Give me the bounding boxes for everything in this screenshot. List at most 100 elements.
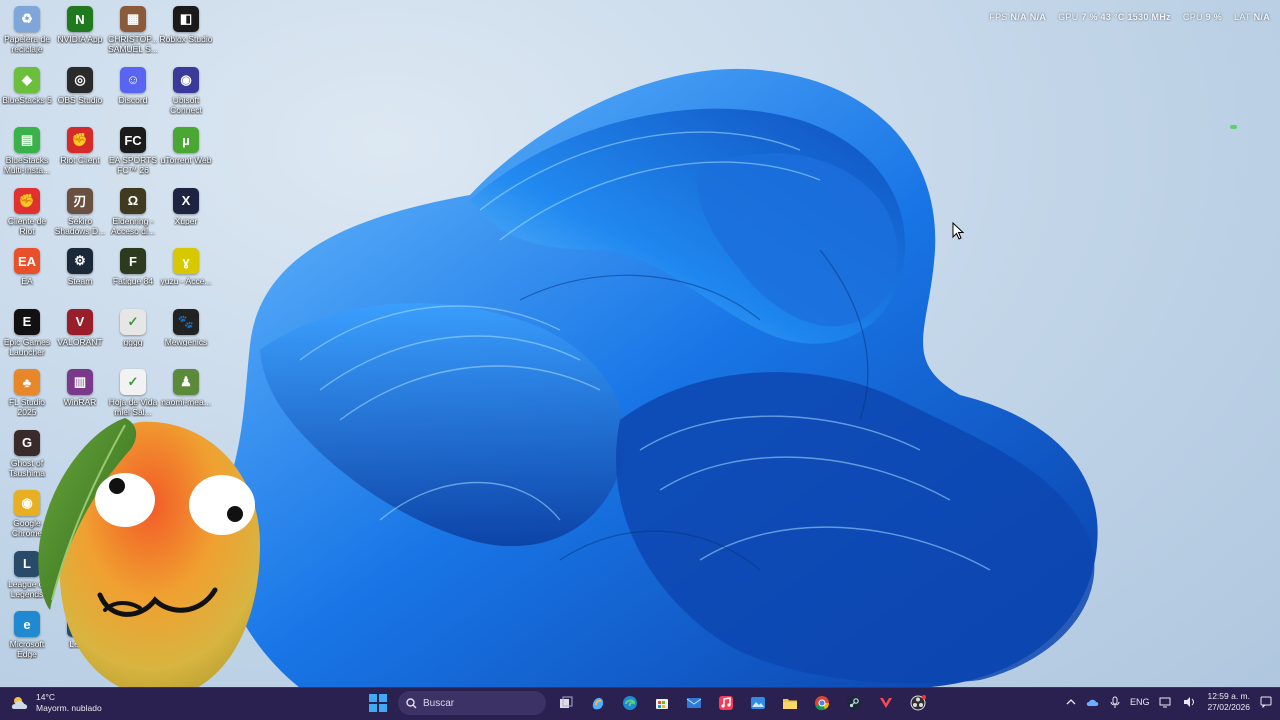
desktop-icon-utorrent[interactable]: µ uTorrent Web [159, 123, 213, 165]
desktop-icon-label: Steam [67, 276, 93, 286]
task-view-button[interactable] [554, 691, 578, 715]
nvidia-icon: N [67, 6, 93, 32]
desktop-icon-label: Roblox Studio [159, 34, 213, 44]
music-icon [719, 696, 733, 710]
chrome-icon [815, 696, 829, 711]
volume-icon[interactable] [1183, 696, 1197, 708]
desktop-icon-label: Papelera de reciclaje [4, 34, 50, 54]
desktop-icon-obs[interactable]: ◎ OBS Studio [53, 63, 107, 105]
desktop-icon-label: Epic Games Launcher [3, 336, 51, 357]
desktop-icon-naomi[interactable]: ♟ naomi-mea... [159, 365, 213, 407]
desktop-icon-discord[interactable]: ☺ Discord [106, 63, 160, 105]
store-taskbar-button[interactable] [650, 691, 674, 715]
desktop-icon-xuper[interactable]: X Xuper [159, 184, 213, 226]
desktop-icon-roblox[interactable]: ◧ Roblox Studio [159, 2, 213, 44]
desktop-icon-label: gggg [123, 336, 143, 347]
desktop-icon-eldenring[interactable]: Ω Eldenring - Acceso di... [106, 184, 160, 236]
winrar-icon: ▥ [67, 369, 93, 395]
desktop-icon-label: BlueStacks Multi-Insta... [3, 155, 51, 175]
folder-icon [783, 699, 797, 709]
copilot-button[interactable] [586, 691, 610, 715]
desktop-icon-label: NVIDIA App [57, 34, 103, 44]
desktop-icon-valorant[interactable]: V VALORANT [53, 305, 107, 347]
onedrive-icon[interactable] [1086, 696, 1100, 708]
xuper-icon: X [173, 187, 199, 214]
desktop-icon-label: Ubisoft Connect [170, 94, 202, 115]
valorant-icon: V [67, 308, 93, 335]
riot-icon: ✊ [67, 127, 93, 153]
steam-taskbar-button[interactable] [842, 691, 866, 715]
desktop-icon-sekiro[interactable]: 刃 Sekiro Shadows D... [53, 184, 107, 236]
valorant-taskbar-button[interactable] [874, 691, 898, 715]
desktop-icon-label: CHRISTOP... SAMUEL S... [108, 34, 158, 54]
desktop-icon-fatigue[interactable]: F Fatigue 84 [106, 244, 160, 286]
language-indicator[interactable]: ENG [1130, 697, 1150, 707]
task-view-icon [560, 696, 573, 708]
outlook-taskbar-button[interactable] [682, 691, 706, 715]
performance-overlay: FPS N/A N/A GPU 7 % 43 °C 1530 MHz CPU 9… [989, 12, 1270, 22]
weather-widget[interactable]: 14°C Mayorm. nublado [10, 692, 102, 714]
desktop-icon-label: OBS Studio [57, 94, 103, 105]
gpu-readout: GPU 7 % 43 °C 1530 MHz [1058, 12, 1171, 22]
desktop-icon-steam[interactable]: ⚙ Steam [53, 244, 107, 286]
windows-logo-icon [369, 694, 387, 712]
chevron-up-icon[interactable] [1066, 698, 1076, 706]
mango-sticker [38, 418, 260, 697]
ea-fc-icon: FC [120, 127, 146, 153]
desktop-icon-nvidia[interactable]: N NVIDIA App [53, 2, 107, 44]
network-icon[interactable] [1159, 696, 1173, 708]
fatigue-icon: F [120, 248, 146, 274]
desktop-icon-label: uTorrent Web [160, 155, 212, 165]
cpu-readout: CPU 9 % [1182, 12, 1223, 22]
obs-taskbar-button[interactable] [906, 691, 930, 715]
clock-time: 12:59 a. m. [1207, 691, 1250, 701]
desktop-icon-ubisoft[interactable]: ◉ Ubisoft Connect [159, 63, 213, 115]
taskbar: 14°C Mayorm. nublado Buscar ENG 12:59 a.… [0, 687, 1280, 720]
desktop-icon-epic-games[interactable]: E Epic Games Launcher [0, 305, 54, 357]
desktop-icon-label: EA [21, 276, 33, 286]
desktop-icon-label: Eldenring - Acceso di... [111, 215, 155, 236]
edge-taskbar-button[interactable] [618, 691, 642, 715]
clock[interactable]: 12:59 a. m. 27/02/2026 [1207, 691, 1250, 713]
bluestacks-multi-icon: ▤ [14, 127, 40, 153]
riot-game-icon [880, 698, 892, 708]
desktop-icon-label: naomi-mea... [161, 397, 211, 407]
eldenring-icon: Ω [120, 187, 146, 214]
discord-icon: ☺ [120, 66, 146, 93]
desktop-icon-label: VALORANT [57, 336, 103, 347]
desktop-icon-riot[interactable]: ✊ Riot Client [53, 123, 107, 165]
yuzu-icon: ɣ [173, 248, 199, 274]
desktop-icon-yuzu[interactable]: ɣ yuzu - Acce... [159, 244, 213, 286]
start-button[interactable] [366, 691, 390, 715]
desktop-icon-recycle-bin[interactable]: ♻ Papelera de reciclaje [0, 2, 54, 54]
taskbar-search-box[interactable]: Buscar [398, 691, 546, 715]
microsoft-store-icon [656, 699, 668, 709]
epic-games-icon: E [14, 308, 40, 335]
desktop-icon-ea[interactable]: EA EA [0, 244, 54, 286]
desktop-icon-folder[interactable]: ▦ CHRISTOP... SAMUEL S... [106, 2, 160, 54]
desktop-icon-gggg[interactable]: ✓ gggg [106, 305, 160, 347]
desktop-icon-bluestacks[interactable]: ◆ BlueStacks 5 [0, 63, 54, 105]
notifications-icon[interactable] [1260, 696, 1272, 708]
desktop-icon-ea-fc[interactable]: FC EA SPORTS FC™ 26 [106, 123, 160, 175]
steam-icon: ⚙ [67, 248, 93, 274]
ea-icon: EA [14, 248, 40, 274]
desktop-icon-label: Riot Client [60, 155, 100, 165]
recycle-bin-icon: ♻ [14, 6, 40, 32]
roblox-icon: ◧ [173, 6, 199, 32]
desktop-icon-mewgenics[interactable]: 🐾 Mewgenics [159, 305, 213, 347]
mewgenics-icon: 🐾 [173, 308, 199, 335]
copilot-icon [592, 697, 604, 710]
search-placeholder: Buscar [423, 697, 455, 709]
desktop-icon-label: EA SPORTS FC™ 26 [108, 155, 158, 175]
file-explorer-taskbar-button[interactable] [778, 691, 802, 715]
fps-readout: FPS N/A N/A [989, 12, 1047, 22]
microphone-icon[interactable] [1110, 696, 1120, 708]
chrome-taskbar-button[interactable] [810, 691, 834, 715]
desktop-icon-riot-client[interactable]: ✊ Cliente de Riot [0, 184, 54, 236]
desktop-icon-winrar[interactable]: ▥ WinRAR [53, 365, 107, 407]
music-taskbar-button[interactable] [714, 691, 738, 715]
latency-readout: LAT N/A [1234, 12, 1270, 22]
desktop-icon-bluestacks-multi[interactable]: ▤ BlueStacks Multi-Insta... [0, 123, 54, 175]
photos-taskbar-button[interactable] [746, 691, 770, 715]
